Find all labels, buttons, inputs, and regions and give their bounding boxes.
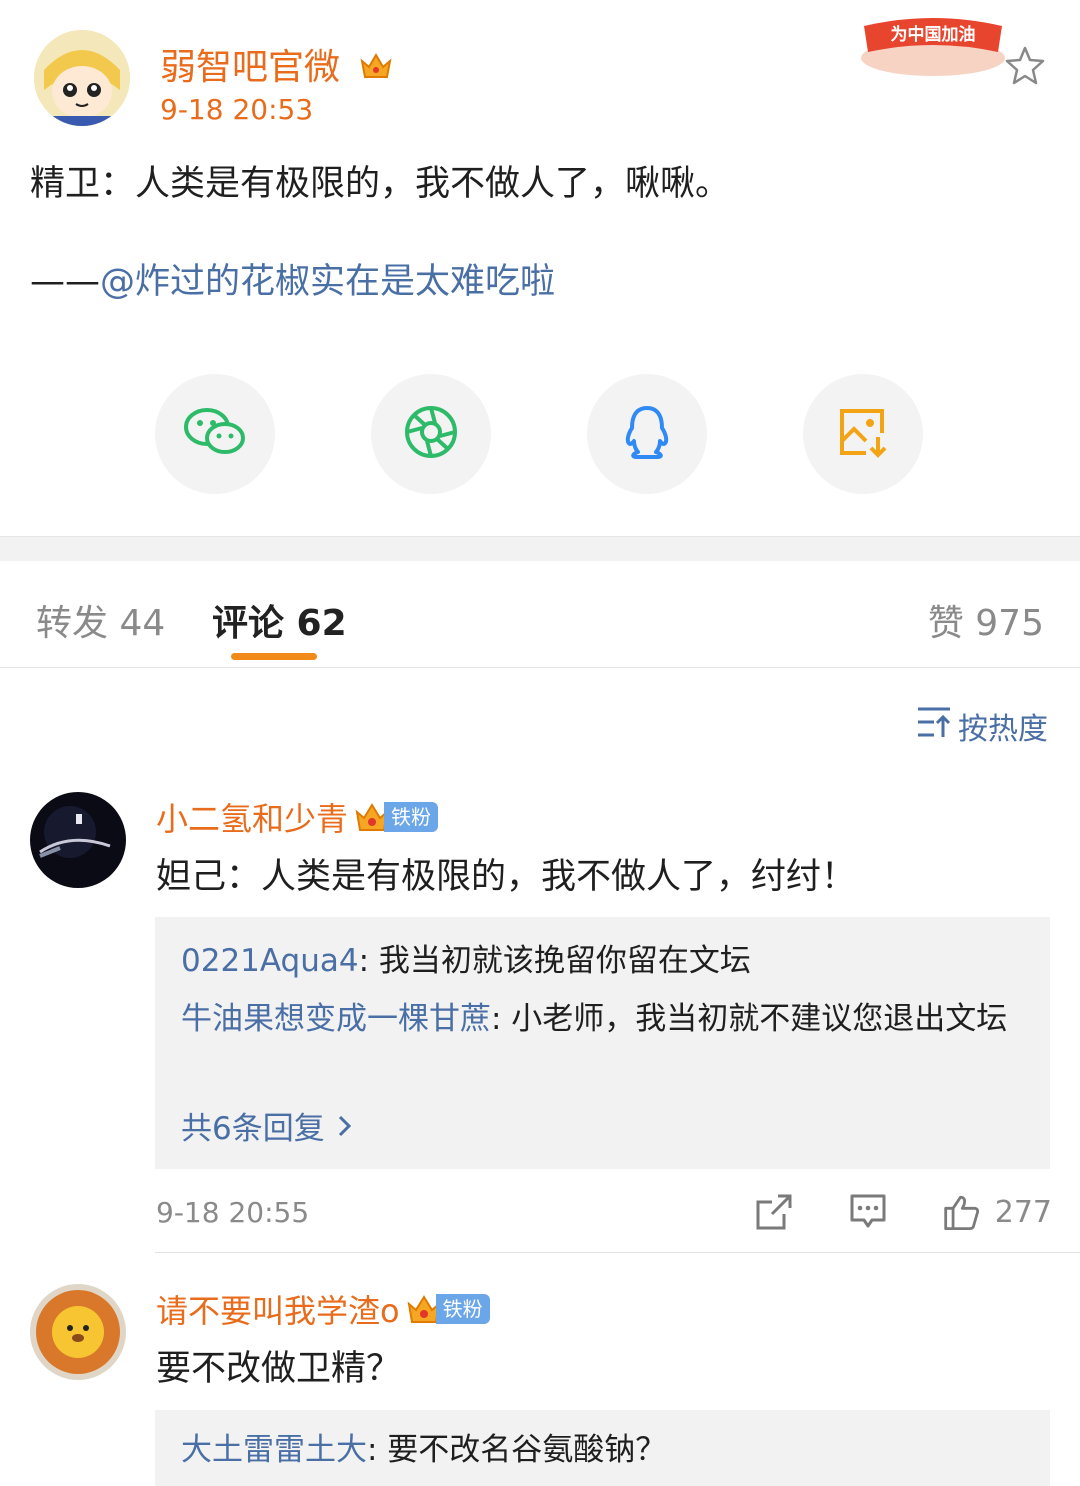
- comment-author[interactable]: 小二氢和少青 铁粉: [156, 794, 439, 840]
- share-qq-button[interactable]: [587, 374, 707, 494]
- active-tab-indicator: [231, 653, 317, 660]
- qq-icon: [622, 404, 672, 464]
- sort-label: 按热度: [958, 712, 1048, 747]
- event-badge[interactable]: 为中国加油: [858, 8, 1008, 78]
- reply-text: : 要不改名谷氨酸钠？: [367, 1432, 667, 1468]
- more-replies-link[interactable]: 共6条回复: [181, 1103, 355, 1148]
- author-name[interactable]: 弱智吧官微: [160, 38, 393, 90]
- sort-toggle[interactable]: 按热度: [916, 704, 1048, 748]
- fan-badge-label: 铁粉: [384, 802, 439, 832]
- author-avatar[interactable]: [34, 30, 130, 126]
- more-replies-label: 共6条回复: [181, 1111, 325, 1147]
- tab-like[interactable]: 赞 975: [928, 594, 1044, 646]
- tab-repost[interactable]: 转发 44: [36, 594, 165, 646]
- moments-icon: [403, 404, 459, 464]
- reply-text: : 我当初就该挽留你留在文坛: [358, 943, 751, 979]
- credit-dash: ——: [30, 262, 100, 302]
- repost-icon[interactable]: [754, 1192, 794, 1232]
- fan-badge: 铁粉: [354, 801, 439, 833]
- save-image-icon: [836, 405, 890, 463]
- like-count: 277: [994, 1194, 1052, 1230]
- sort-icon: [916, 705, 952, 747]
- share-wechat-button[interactable]: [155, 374, 275, 494]
- chevron-right-icon: [335, 1111, 355, 1147]
- comment-avatar[interactable]: [30, 1284, 126, 1380]
- crown-icon: [359, 49, 393, 90]
- post-time: 9-18 20:53: [160, 93, 314, 126]
- comment-author-name: 请不要叫我学渣o: [156, 1292, 400, 1330]
- save-image-button[interactable]: [803, 374, 923, 494]
- section-separator: [0, 536, 1080, 561]
- comment-avatar[interactable]: [30, 792, 126, 888]
- fan-badge-label: 铁粉: [435, 1294, 490, 1324]
- reply-preview[interactable]: 大土雷雷土大: 要不改名谷氨酸钠？: [155, 1410, 1050, 1486]
- reply-user[interactable]: 牛油果想变成一棵甘蔗: [181, 1001, 491, 1037]
- comment-divider: [155, 1252, 1080, 1253]
- comment-time: 9-18 20:55: [156, 1196, 310, 1229]
- reply-item: 大土雷雷土大: 要不改名谷氨酸钠？: [181, 1428, 1010, 1472]
- star-icon[interactable]: [1003, 44, 1047, 88]
- share-moments-button[interactable]: [371, 374, 491, 494]
- event-badge-label: 为中国加油: [891, 24, 976, 45]
- post-credit: ——@炸过的花椒实在是太难吃啦: [30, 258, 555, 306]
- reply-user[interactable]: 0221Aqua4: [181, 943, 359, 979]
- reply-user[interactable]: 大土雷雷土大: [181, 1432, 367, 1468]
- reply-comment-icon[interactable]: [848, 1192, 888, 1232]
- like-button[interactable]: 277: [942, 1192, 1052, 1232]
- comment-text: 要不改做卫精？: [156, 1349, 402, 1389]
- fan-badge: 铁粉: [406, 1293, 490, 1325]
- credit-mention[interactable]: @炸过的花椒实在是太难吃啦: [100, 262, 555, 302]
- reply-text: : 小老师，我当初就不建议您退出文坛: [491, 1001, 1008, 1037]
- tabs-divider: [0, 667, 1080, 668]
- comment-text: 妲己：人类是有极限的，我不做人了，纣纣！: [156, 857, 857, 897]
- reply-item: 0221Aqua4: 我当初就该挽留你留在文坛: [181, 939, 1010, 983]
- thumbs-up-icon: [944, 1195, 980, 1230]
- reply-item: 牛油果想变成一棵甘蔗: 小老师，我当初就不建议您退出文坛: [181, 997, 1010, 1041]
- comment-author[interactable]: 请不要叫我学渣o 铁粉: [156, 1286, 490, 1332]
- wechat-icon: [183, 405, 247, 463]
- tab-comment[interactable]: 评论 62: [212, 594, 347, 646]
- comment-author-name: 小二氢和少青: [156, 800, 349, 838]
- post-text: 精卫：人类是有极限的，我不做人了，啾啾。: [30, 164, 731, 204]
- reply-preview[interactable]: 0221Aqua4: 我当初就该挽留你留在文坛 牛油果想变成一棵甘蔗: 小老师，…: [155, 917, 1050, 1169]
